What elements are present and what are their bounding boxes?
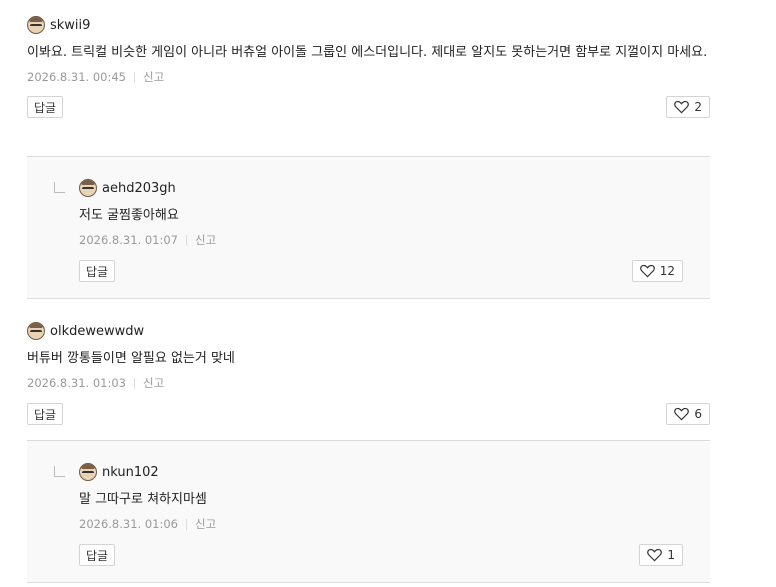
comment-text: 저도 굴찜좋아해요 bbox=[79, 208, 179, 223]
meta-divider bbox=[133, 71, 135, 83]
comment-date: 2026.8.31. 01:06 bbox=[79, 517, 178, 531]
comment-meta: 2026.8.31. 01:07 신고 bbox=[79, 232, 683, 248]
comment-text: 이봐요. 트릭컬 비슷한 게임이 아니라 버츄얼 아이돌 그룹인 에스더입니다.… bbox=[27, 45, 708, 60]
comment-text: 말 그따구로 쳐하지마셈 bbox=[79, 492, 207, 507]
comment-meta: 2026.8.31. 00:45 신고 bbox=[27, 69, 710, 85]
meta-divider bbox=[185, 518, 187, 530]
comment: skwii9 이봐요. 트릭컬 비슷한 게임이 아니라 버츄얼 아이돌 그룹인 … bbox=[27, 15, 710, 118]
report-link[interactable]: 신고 bbox=[143, 69, 164, 85]
meta-divider bbox=[185, 234, 187, 246]
divider bbox=[27, 298, 710, 299]
heart-icon bbox=[639, 264, 655, 278]
author-nickname[interactable]: skwii9 bbox=[50, 18, 90, 33]
like-button[interactable]: 12 bbox=[631, 260, 683, 282]
avatar-icon[interactable] bbox=[27, 322, 45, 340]
reply-content: aehd203gh 저도 굴찜좋아해요 2026.8.31. 01:07 신고 … bbox=[79, 178, 683, 282]
like-count: 6 bbox=[694, 407, 702, 421]
comment-author: skwii9 bbox=[27, 15, 710, 35]
like-count: 1 bbox=[667, 548, 675, 562]
author-nickname[interactable]: nkun102 bbox=[102, 465, 159, 480]
heart-icon bbox=[647, 548, 663, 562]
report-link[interactable]: 신고 bbox=[143, 375, 164, 391]
comment-date: 2026.8.31. 01:03 bbox=[27, 376, 126, 390]
avatar-icon[interactable] bbox=[27, 16, 45, 34]
reply-arrow-icon bbox=[54, 466, 65, 477]
author-nickname[interactable]: aehd203gh bbox=[102, 181, 176, 196]
reply-comment: aehd203gh 저도 굴찜좋아해요 2026.8.31. 01:07 신고 … bbox=[27, 157, 710, 298]
comment-author: olkdewewwdw bbox=[27, 321, 710, 341]
comment-actions: 답글 1 bbox=[79, 544, 683, 566]
comment-author: nkun102 bbox=[79, 462, 683, 482]
reply-arrow-icon bbox=[54, 182, 65, 193]
author-nickname[interactable]: olkdewewwdw bbox=[50, 324, 144, 339]
reply-comment: nkun102 말 그따구로 쳐하지마셈 2026.8.31. 01:06 신고… bbox=[27, 441, 710, 582]
comment-actions: 답글 6 bbox=[27, 403, 710, 425]
comment-text: 버튜버 깡통들이면 알필요 없는거 맞네 bbox=[27, 351, 235, 366]
avatar-icon[interactable] bbox=[79, 179, 97, 197]
report-link[interactable]: 신고 bbox=[195, 232, 216, 248]
comment: olkdewewwdw 버튜버 깡통들이면 알필요 없는거 맞네 2026.8.… bbox=[27, 321, 710, 425]
comment-actions: 답글 2 bbox=[27, 96, 710, 118]
avatar-icon[interactable] bbox=[79, 463, 97, 481]
reply-button[interactable]: 답글 bbox=[79, 260, 116, 282]
like-button[interactable]: 6 bbox=[666, 403, 710, 425]
like-button[interactable]: 2 bbox=[666, 96, 710, 118]
meta-divider bbox=[133, 377, 135, 389]
like-button[interactable]: 1 bbox=[639, 544, 683, 566]
reply-button[interactable]: 답글 bbox=[79, 544, 116, 566]
comment-author: aehd203gh bbox=[79, 178, 683, 198]
comment-meta: 2026.8.31. 01:03 신고 bbox=[27, 375, 710, 391]
comment-meta: 2026.8.31. 01:06 신고 bbox=[79, 516, 683, 532]
comment-actions: 답글 12 bbox=[79, 260, 683, 282]
comment-date: 2026.8.31. 00:45 bbox=[27, 70, 126, 84]
report-link[interactable]: 신고 bbox=[195, 516, 216, 532]
comment-date: 2026.8.31. 01:07 bbox=[79, 233, 178, 247]
reply-button[interactable]: 답글 bbox=[27, 96, 64, 118]
heart-icon bbox=[674, 407, 690, 421]
like-count: 12 bbox=[659, 264, 675, 278]
divider bbox=[27, 582, 710, 583]
heart-icon bbox=[674, 100, 690, 114]
like-count: 2 bbox=[694, 100, 702, 114]
reply-content: nkun102 말 그따구로 쳐하지마셈 2026.8.31. 01:06 신고… bbox=[79, 462, 683, 566]
reply-button[interactable]: 답글 bbox=[27, 403, 64, 425]
